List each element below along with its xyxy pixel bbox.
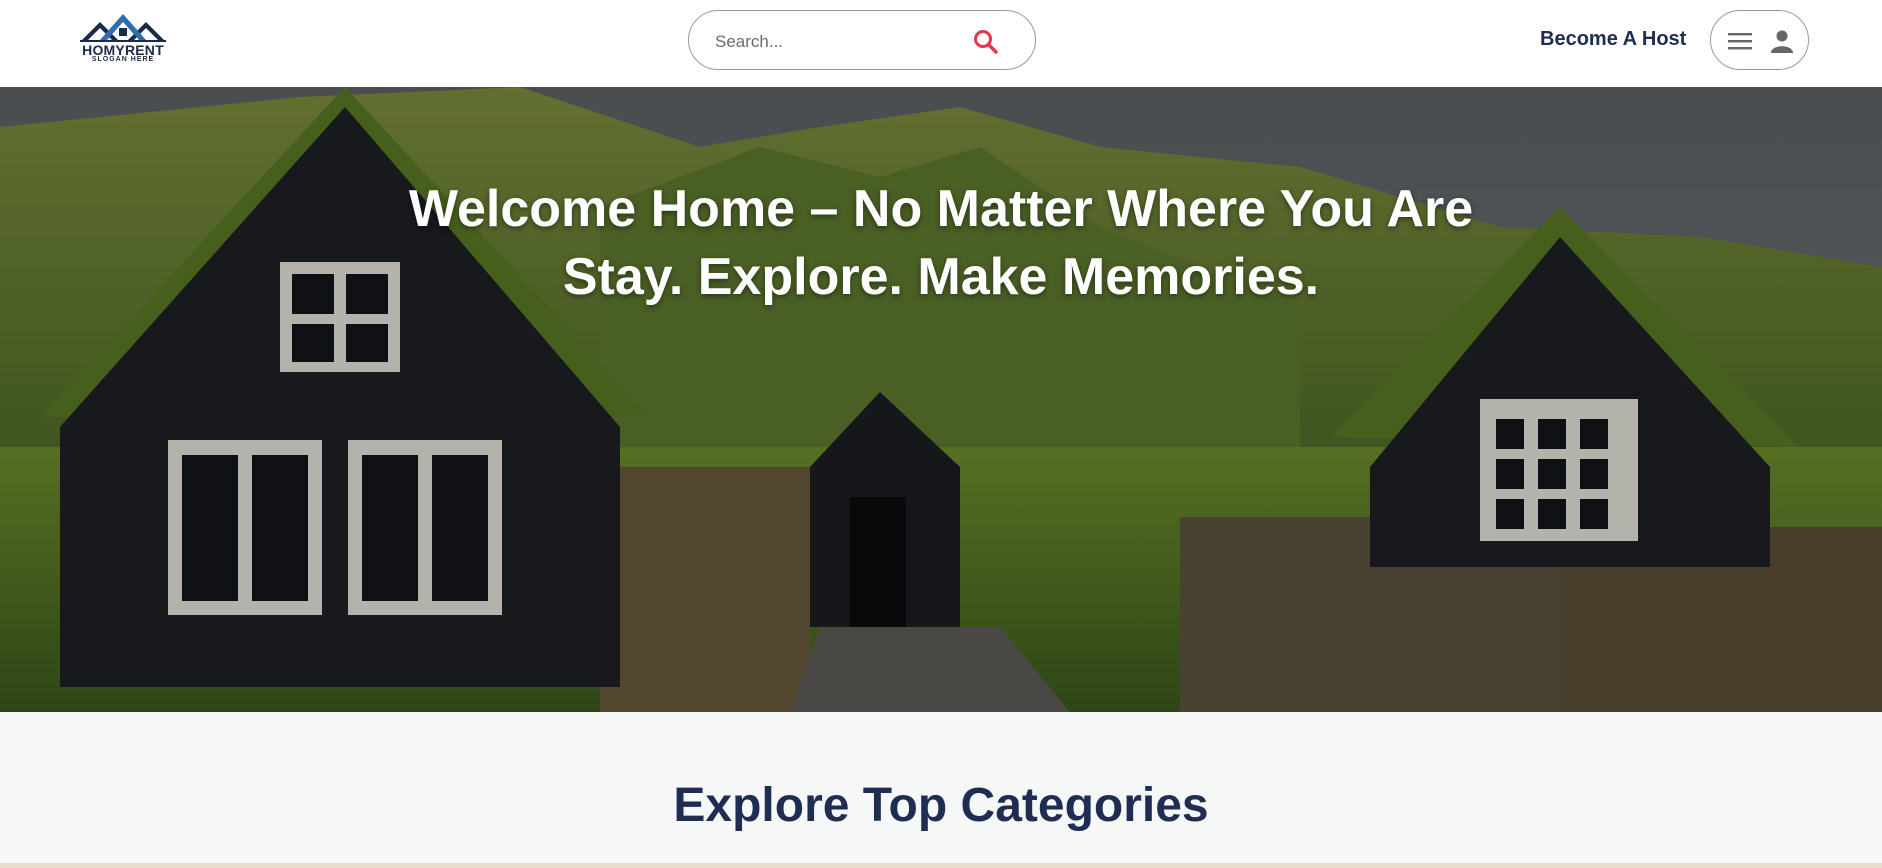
logo-slogan: SLOGAN HERE [91,56,155,63]
section-divider [0,863,1882,868]
search-icon[interactable] [973,29,999,55]
user-icon [1771,30,1793,53]
hero-title: Welcome Home – No Matter Where You Are [408,180,1474,238]
hero-subtitle: Stay. Explore. Make Memories. [562,248,1320,306]
hero-banner: Welcome Home – No Matter Where You Are S… [0,87,1882,712]
top-header: HOMYRENT SLOGAN HERE Become A Host [0,0,1882,88]
become-host-link[interactable]: Become A Host [1540,28,1686,51]
categories-heading: Explore Top Categories [673,779,1209,832]
hamburger-icon [1728,33,1752,50]
logo[interactable]: HOMYRENT SLOGAN HERE [74,10,172,66]
house-roofs-logo-icon [80,14,166,42]
user-menu-button[interactable] [1710,10,1809,70]
search-bar[interactable] [688,10,1036,70]
categories-section: Explore Top Categories [0,712,1882,868]
search-input[interactable] [713,27,937,57]
